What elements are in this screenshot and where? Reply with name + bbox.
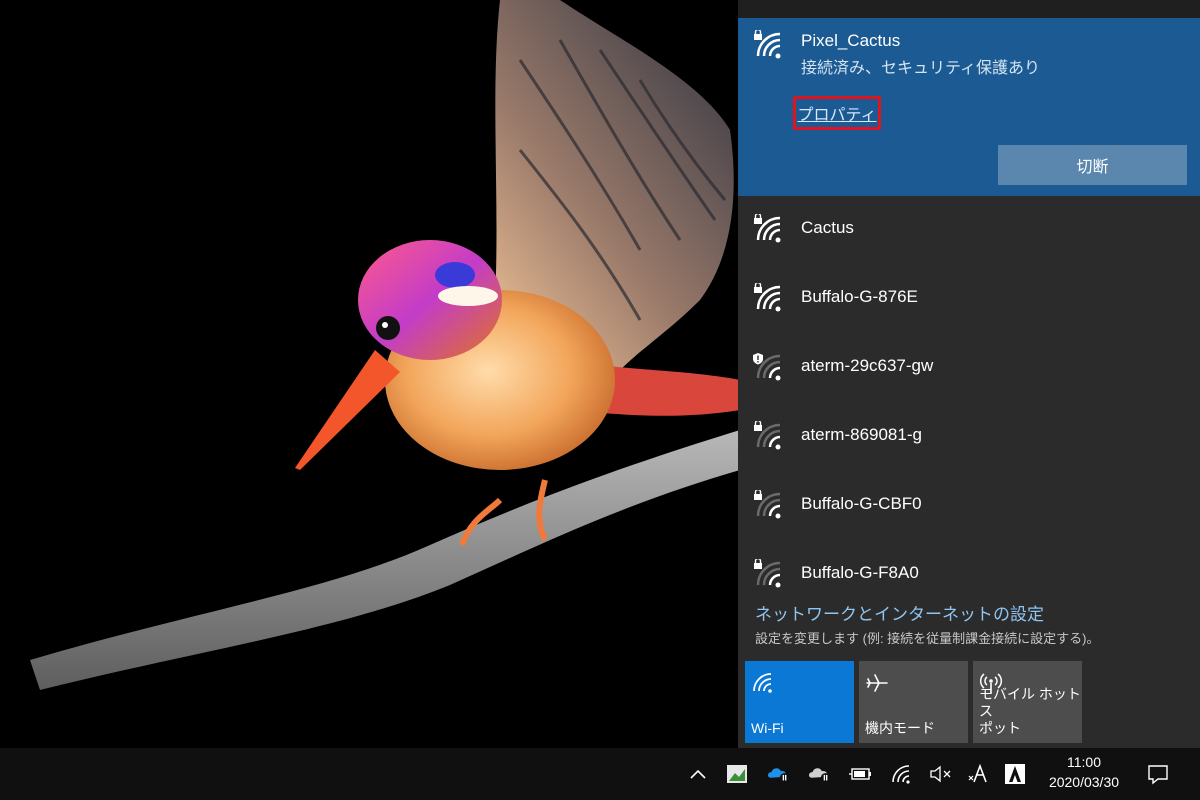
network-settings-description: 設定を変更します (例: 接続を従量制課金接続に設定する)。 <box>755 631 1100 646</box>
network-item-buffalo-876e[interactable]: Buffalo-G-876E <box>738 265 1200 334</box>
network-item-cactus[interactable]: Cactus <box>738 196 1200 265</box>
kingfisher-wallpaper-image <box>30 0 740 690</box>
wifi-toggle-tile[interactable]: Wi-Fi <box>745 661 854 743</box>
wifi-icon[interactable] <box>890 762 914 786</box>
clock-time: 11:00 <box>1067 754 1101 770</box>
volume-muted-icon[interactable] <box>929 762 953 786</box>
network-ssid: aterm-869081-g <box>801 425 922 444</box>
hotspot-label-line2: ポット <box>979 720 1021 736</box>
network-ssid: aterm-29c637-gw <box>801 356 934 375</box>
wifi-secured-icon <box>752 30 786 62</box>
wifi-secured-icon <box>752 421 786 453</box>
connected-network-ssid: Pixel_Cactus <box>801 31 901 50</box>
properties-link[interactable]: プロパティ <box>797 101 876 125</box>
network-settings-link[interactable]: ネットワークとインターネットの設定 <box>755 600 1044 625</box>
connected-network-item[interactable]: Pixel_Cactus 接続済み、セキュリティ保護あり プロパティ 切断 <box>738 18 1200 196</box>
ime-a-icon[interactable] <box>967 762 991 786</box>
wifi-secured-icon <box>752 283 786 315</box>
wifi-secured-icon <box>752 490 786 522</box>
airplane-mode-tile[interactable]: 機内モード <box>859 661 968 743</box>
wifi-secured-icon <box>752 214 786 246</box>
properties-link-highlight[interactable]: プロパティ <box>793 96 881 130</box>
onedrive-paused-gray-icon[interactable] <box>808 762 832 786</box>
network-flyout: Pixel_Cactus 接続済み、セキュリティ保護あり プロパティ 切断 Ca… <box>738 0 1200 748</box>
disconnect-button[interactable]: 切断 <box>998 145 1187 185</box>
network-item-aterm-29c637-gw[interactable]: aterm-29c637-gw <box>738 334 1200 403</box>
network-ssid: Buffalo-G-CBF0 <box>801 494 922 513</box>
app-thumbnail-icon[interactable] <box>725 762 749 786</box>
connected-network-status: 接続済み、セキュリティ保護あり <box>801 60 1041 77</box>
network-item-buffalo-cbf0[interactable]: Buffalo-G-CBF0 <box>738 472 1200 541</box>
clock-date: 2020/03/30 <box>1048 774 1120 790</box>
network-ssid: Buffalo-G-F8A0 <box>801 563 919 582</box>
wifi-secured-icon <box>752 559 786 591</box>
wifi-tile-label: Wi-Fi <box>751 720 784 736</box>
airplane-icon <box>865 671 889 695</box>
hotspot-tile-label: モバイル ホットス ポット <box>979 686 1082 737</box>
wifi-icon <box>751 671 775 695</box>
flyout-top-strip <box>738 0 1200 18</box>
battery-icon[interactable] <box>848 762 872 786</box>
adobe-icon[interactable] <box>1003 762 1027 786</box>
taskbar: 11:00 2020/03/30 <box>0 748 1200 800</box>
onedrive-paused-icon[interactable] <box>767 762 791 786</box>
network-ssid: Cactus <box>801 218 854 237</box>
chevron-up-icon[interactable] <box>686 762 710 786</box>
action-center-icon[interactable] <box>1146 762 1170 786</box>
airplane-tile-label: 機内モード <box>865 720 935 736</box>
mobile-hotspot-tile[interactable]: モバイル ホットス ポット <box>973 661 1082 743</box>
hotspot-label-line1: モバイル ホットス <box>979 686 1081 719</box>
wifi-open-warning-icon <box>752 352 786 384</box>
taskbar-clock[interactable]: 11:00 2020/03/30 <box>1038 752 1130 792</box>
network-item-aterm-869081-g[interactable]: aterm-869081-g <box>738 403 1200 472</box>
network-ssid: Buffalo-G-876E <box>801 287 918 306</box>
